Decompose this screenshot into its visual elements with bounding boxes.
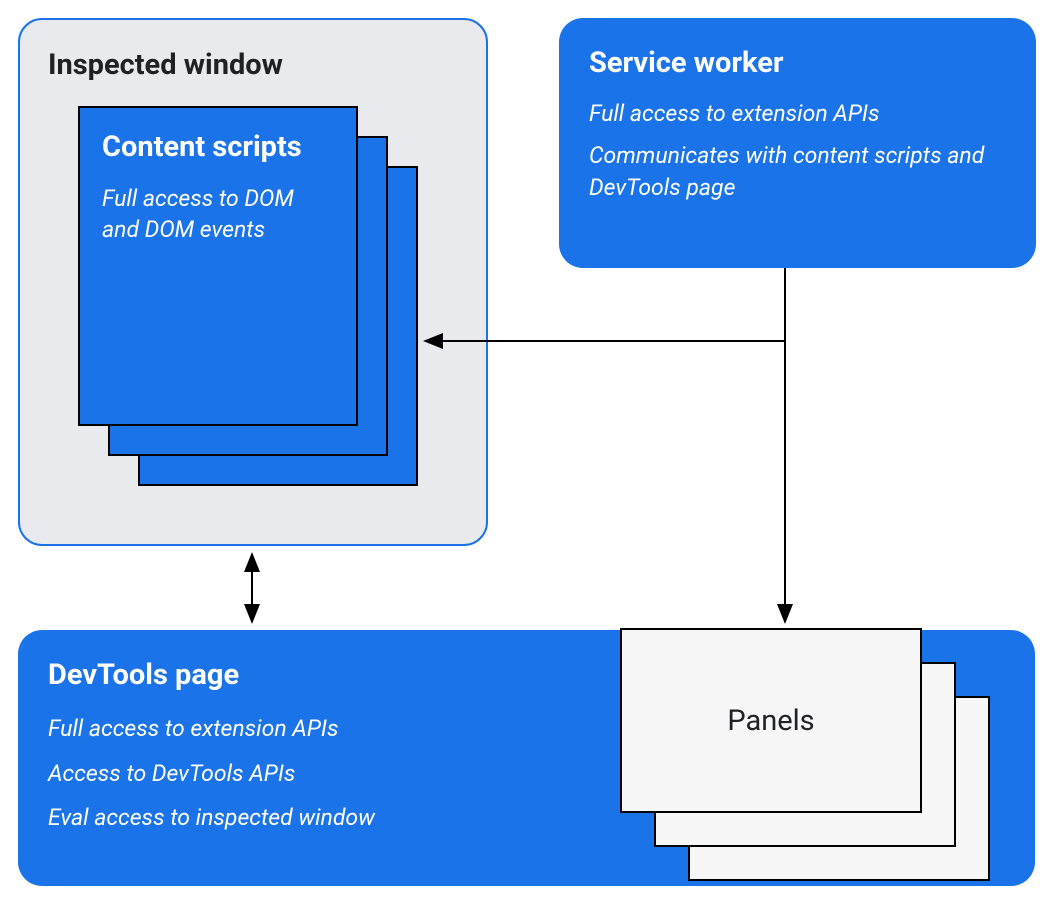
panel-card-front: Panels — [620, 628, 922, 813]
service-worker-desc-2: Communicates with content scripts and De… — [589, 140, 1006, 204]
inspected-window-title: Inspected window — [48, 48, 458, 82]
content-scripts-card-front: Content scripts Full access to DOM and D… — [78, 106, 358, 426]
service-worker-desc-1: Full access to extension APIs — [589, 98, 1006, 130]
content-scripts-desc: Full access to DOM and DOM events — [102, 183, 334, 245]
panels-stack: Panels — [620, 628, 1020, 888]
content-scripts-title: Content scripts — [102, 130, 334, 165]
panels-label: Panels — [727, 704, 814, 738]
service-worker-title: Service worker — [589, 46, 1006, 80]
inspected-window-box: Inspected window Content scripts Full ac… — [18, 18, 488, 546]
service-worker-desc: Full access to extension APIs Communicat… — [589, 98, 1006, 205]
service-worker-box: Service worker Full access to extension … — [559, 18, 1036, 268]
content-scripts-stack: Content scripts Full access to DOM and D… — [78, 106, 418, 506]
